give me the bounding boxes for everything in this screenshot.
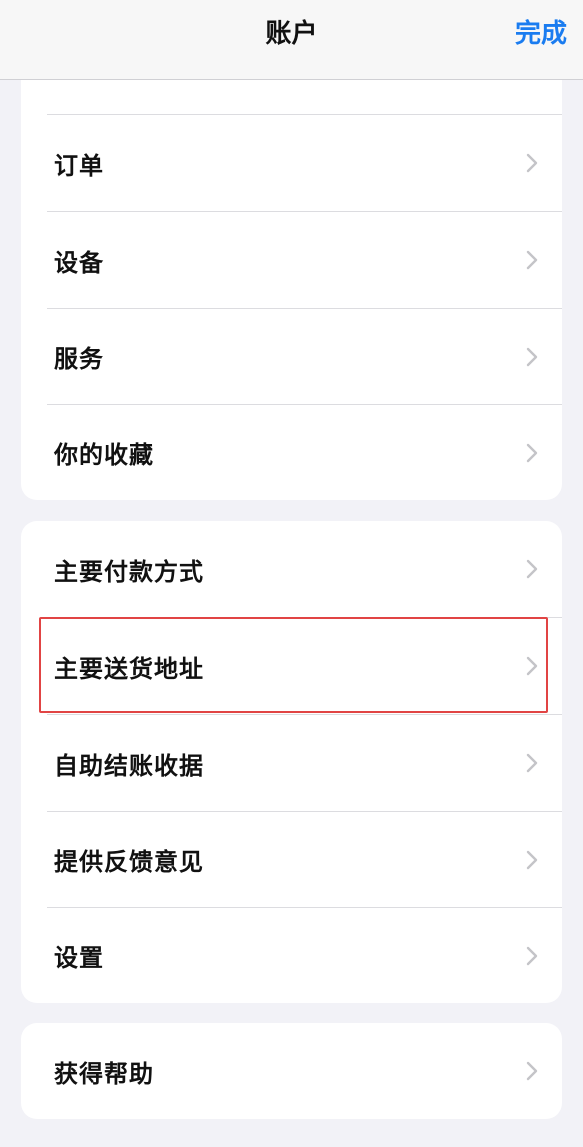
- row-primary-shipping-address[interactable]: 主要送货地址: [21, 618, 562, 714]
- done-button[interactable]: 完成: [515, 0, 567, 70]
- row-label: 你的收藏: [54, 441, 154, 469]
- chevron-right-icon: [526, 347, 538, 366]
- chevron-right-icon: [526, 559, 538, 579]
- row-self-checkout-receipts[interactable]: 自助结账收据: [21, 715, 562, 811]
- chevron-right-icon: [526, 850, 538, 869]
- row-label: 订单: [54, 151, 104, 180]
- chevron-right-icon: [526, 753, 538, 773]
- row-label: 自助结账收据: [54, 751, 204, 780]
- chevron-right-icon: [526, 946, 538, 965]
- chevron-right-icon: [526, 153, 538, 173]
- chevron-right-icon: [526, 1061, 538, 1081]
- row-label: 设置: [54, 944, 104, 972]
- row-feedback[interactable]: 提供反馈意见: [21, 812, 562, 907]
- row-get-help[interactable]: 获得帮助: [21, 1023, 562, 1119]
- account-section-3: 获得帮助: [21, 1023, 562, 1119]
- row-label: 主要送货地址: [54, 654, 204, 683]
- row-label: 设备: [54, 248, 104, 277]
- account-section-2: 主要付款方式 主要送货地址 自助结账收据 提供反馈意见 设置: [21, 521, 562, 1003]
- account-section-1: 订单 设备 服务 你的收藏: [21, 40, 562, 500]
- row-favorites[interactable]: 你的收藏: [21, 405, 562, 500]
- row-devices[interactable]: 设备: [21, 212, 562, 308]
- row-label: 服务: [54, 345, 104, 373]
- chevron-right-icon: [526, 250, 538, 270]
- row-label: 提供反馈意见: [54, 848, 204, 876]
- row-label: 获得帮助: [54, 1059, 154, 1088]
- row-settings[interactable]: 设置: [21, 908, 562, 1003]
- row-orders[interactable]: 订单: [21, 115, 562, 211]
- chevron-right-icon: [526, 656, 538, 676]
- page-title: 账户: [265, 19, 318, 49]
- nav-bar: 账户 完成: [0, 0, 583, 80]
- row-primary-payment[interactable]: 主要付款方式: [21, 521, 562, 617]
- row-services[interactable]: 服务: [21, 309, 562, 404]
- chevron-right-icon: [526, 443, 538, 462]
- row-label: 主要付款方式: [54, 557, 204, 586]
